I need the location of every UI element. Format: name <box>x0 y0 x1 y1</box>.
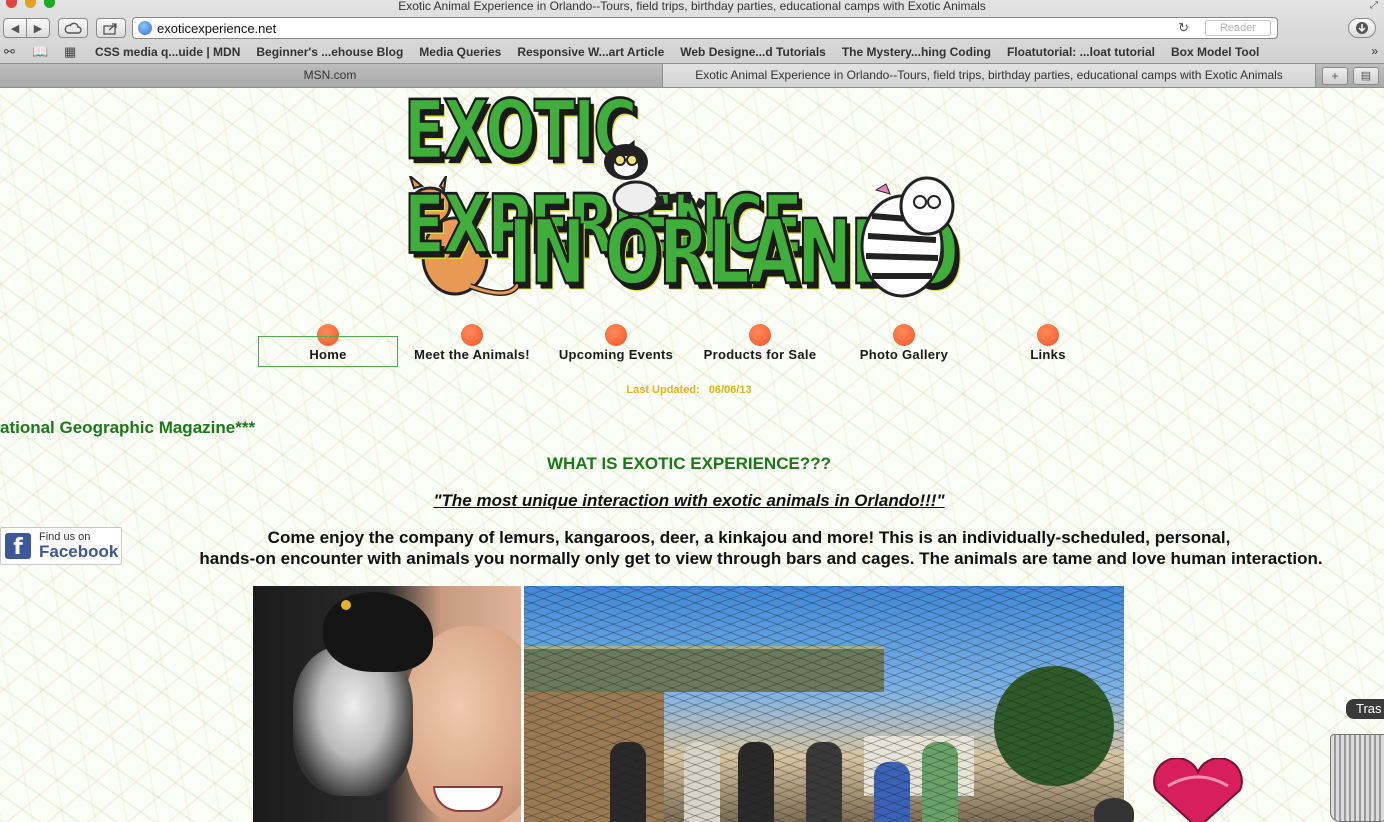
nav-bullet-icon <box>749 324 771 346</box>
bookmark-item[interactable]: Media Queries <box>419 45 501 59</box>
zebra-illustration <box>860 176 955 298</box>
bookmark-item[interactable]: CSS media q...uide | MDN <box>95 45 240 59</box>
facebook-icon: f <box>5 533 31 560</box>
photo-animal-enclosure <box>524 586 1124 822</box>
nav-bullet-icon <box>893 324 915 346</box>
trash-tooltip: Tras <box>1346 699 1384 719</box>
nav-label: Upcoming Events <box>558 347 674 362</box>
bookmarks-book-icon[interactable]: 📖 <box>32 44 48 60</box>
tagline: "The most unique interaction with exotic… <box>433 491 945 510</box>
bookmarks-list: CSS media q...uide | MDN Beginner's ...e… <box>95 45 1275 59</box>
nav-label: Links <box>1030 347 1066 362</box>
back-button[interactable]: ◀ <box>3 18 27 38</box>
bookmarks-bar: ⚯ 📖 ▦ CSS media q...uide | MDN Beginner'… <box>0 42 1384 62</box>
bookmark-item[interactable]: Beginner's ...ehouse Blog <box>256 45 403 59</box>
site-logo[interactable]: EXOTIC EXPERIENCE IN ORLANDO <box>396 88 978 314</box>
browser-chrome: Exotic Animal Experience in Orlando--Tou… <box>0 0 1384 88</box>
nav-bullet-icon <box>1037 324 1059 346</box>
nav-item-products-for-sale[interactable]: Products for Sale <box>690 324 830 368</box>
download-icon <box>1356 22 1368 34</box>
last-updated-label: Last Updated: <box>626 384 700 396</box>
tab-list-icon: ▤ <box>1360 70 1372 82</box>
heart-dock-icon[interactable] <box>1148 758 1248 822</box>
nav-item-links[interactable]: Links <box>978 324 1118 368</box>
top-sites-grid-icon[interactable]: ▦ <box>64 44 76 60</box>
tab-overview-button[interactable]: ▤ <box>1353 67 1379 85</box>
reading-list-icon[interactable]: ⚯ <box>4 44 15 60</box>
nav-item-photo-gallery[interactable]: Photo Gallery <box>834 324 974 368</box>
bookmark-item[interactable]: The Mystery...hing Coding <box>842 45 991 59</box>
share-button[interactable] <box>96 18 126 38</box>
photo-lemur-with-woman <box>253 586 521 822</box>
share-icon <box>103 22 117 35</box>
intro-text-line-1: Come enjoy the company of lemurs, kangar… <box>267 528 1231 547</box>
nav-label: Photo Gallery <box>859 347 949 362</box>
scrolling-marquee: ational Geographic Magazine*** <box>0 418 256 437</box>
tab-msn[interactable]: MSN.com <box>0 64 660 87</box>
address-bar[interactable]: exoticexperience.net ↻ Reader <box>132 17 1278 39</box>
bookmark-item[interactable]: Web Designe...d Tutorials <box>680 45 826 59</box>
nav-label: Home <box>309 347 347 362</box>
plus-icon: + <box>1331 69 1339 83</box>
forward-arrow-icon: ▶ <box>33 22 43 35</box>
what-is-heading: WHAT IS EXOTIC EXPERIENCE??? <box>547 454 831 473</box>
cloud-icon <box>64 22 82 34</box>
bookmark-item[interactable]: Responsive W...art Article <box>517 45 664 59</box>
downloads-button[interactable] <box>1348 18 1376 38</box>
nav-item-upcoming-events[interactable]: Upcoming Events <box>546 324 686 368</box>
reload-icon[interactable]: ↻ <box>1178 20 1189 36</box>
fullscreen-icon[interactable]: ⤢ <box>1370 0 1378 11</box>
nav-item-home[interactable]: Home <box>258 324 398 368</box>
nav-item-meet-the-animals[interactable]: Meet the Animals! <box>402 324 542 368</box>
nav-label: Meet the Animals! <box>414 347 530 362</box>
tab-exotic-experience[interactable]: Exotic Animal Experience in Orlando--Tou… <box>662 64 1316 87</box>
trash-icon[interactable] <box>1330 734 1384 822</box>
bookmark-item[interactable]: Floatutorial: ...loat tutorial <box>1007 45 1155 59</box>
octocat-dock-icon[interactable] <box>1094 798 1134 822</box>
intro-text-line-2: hands-on encounter with animals you norm… <box>199 549 1323 568</box>
main-navigation: Home Meet the Animals! Upcoming Events P… <box>258 324 1118 370</box>
nav-bullet-icon <box>605 324 627 346</box>
bookmark-item[interactable]: Box Model Tool <box>1171 45 1259 59</box>
last-updated: Last Updated: 06/06/13 <box>0 384 1378 396</box>
nav-label: Products for Sale <box>703 347 817 362</box>
reader-button[interactable]: Reader <box>1205 20 1271 36</box>
last-updated-date: 06/06/13 <box>708 384 752 396</box>
back-arrow-icon: ◀ <box>10 22 20 35</box>
window-title: Exotic Animal Experience in Orlando--Tou… <box>398 0 986 13</box>
nav-bullet-icon <box>461 324 483 346</box>
page-viewport: EXOTIC EXPERIENCE IN ORLANDO Home Meet t… <box>0 88 1384 822</box>
new-tab-button[interactable]: + <box>1322 67 1348 85</box>
url-text[interactable]: exoticexperience.net <box>157 21 276 36</box>
forward-button[interactable]: ▶ <box>26 18 50 38</box>
globe-icon <box>138 21 152 35</box>
bookmarks-overflow-icon[interactable]: » <box>1371 44 1378 58</box>
tab-bar: MSN.com Exotic Animal Experience in Orla… <box>0 63 1384 87</box>
icloud-tabs-button[interactable] <box>58 18 88 38</box>
